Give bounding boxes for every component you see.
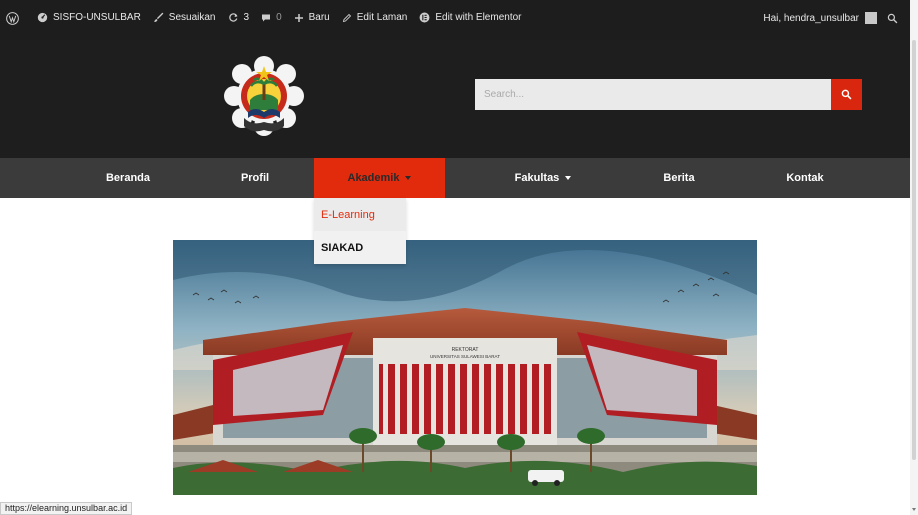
updates-count: 3 (243, 12, 250, 23)
new-content-link[interactable]: Baru (294, 12, 330, 23)
search-icon (841, 89, 852, 100)
avatar[interactable] (865, 12, 877, 24)
browser-status-bar: https://elearning.unsulbar.ac.id (0, 502, 133, 515)
user-greeting[interactable]: Hai, hendra_unsulbar (763, 13, 859, 24)
wordpress-logo-icon[interactable] (6, 12, 24, 25)
nav-item-kontak[interactable]: Kontak (732, 158, 878, 198)
nav-item-fakultas[interactable]: Fakultas (470, 158, 616, 198)
nav-item-berita[interactable]: Berita (606, 158, 752, 198)
search-form (475, 79, 862, 110)
akademik-dropdown-menu: E-Learning SIAKAD (314, 198, 406, 264)
comments-count: 0 (276, 12, 282, 23)
admin-bar-secondary: Hai, hendra_unsulbar (763, 12, 898, 24)
dropdown-item-e-learning[interactable]: E-Learning (314, 198, 406, 231)
main-navigation: Beranda Profil Akademik Fakultas Berita … (0, 158, 910, 198)
site-name-label: SISFO-UNSULBAR (53, 12, 141, 23)
nav-item-label: Berita (663, 172, 695, 184)
updates-icon (228, 13, 237, 22)
brush-icon (153, 12, 164, 22)
edit-page-label: Edit Laman (356, 12, 408, 23)
new-label: Baru (308, 12, 330, 23)
dashboard-icon (37, 12, 48, 23)
page-scrollbar[interactable] (910, 0, 918, 515)
edit-with-elementor-link[interactable]: Edit with Elementor (419, 12, 522, 23)
search-button[interactable] (831, 79, 862, 110)
customize-label: Sesuaikan (168, 12, 216, 23)
elementor-icon (419, 12, 430, 23)
nav-item-label: Beranda (105, 172, 151, 184)
dropdown-item-siakad[interactable]: SIAKAD (314, 231, 406, 264)
search-icon[interactable] (887, 13, 898, 24)
comments-link[interactable]: 0 (261, 12, 282, 23)
nav-item-label: Fakultas (514, 172, 560, 184)
nav-item-akademik[interactable]: Akademik (314, 158, 445, 198)
comment-icon (262, 14, 271, 21)
nav-item-label: Profil (240, 172, 270, 184)
nav-item-label: Kontak (786, 172, 824, 184)
customize-link[interactable]: Sesuaikan (153, 12, 216, 23)
site-header (0, 40, 910, 158)
nav-item-profil[interactable]: Profil (182, 158, 328, 198)
site-name-menu[interactable]: SISFO-UNSULBAR (37, 12, 141, 23)
search-input[interactable] (475, 79, 831, 110)
pencil-icon (342, 13, 351, 22)
nav-item-label: Akademik (347, 172, 400, 184)
edit-page-link[interactable]: Edit Laman (342, 12, 408, 23)
scrollbar-thumb[interactable] (912, 40, 916, 460)
scroll-down-arrow-icon[interactable] (912, 508, 916, 511)
university-logo[interactable] (222, 56, 306, 138)
page: { "adminbar": { "site": "SISFO-UNSULBAR"… (0, 0, 918, 515)
elementor-label: Edit with Elementor (435, 12, 522, 23)
updates-link[interactable]: 3 (228, 12, 250, 23)
wp-admin-bar: SISFO-UNSULBAR Sesuaikan 3 0 Baru Edit L… (0, 0, 910, 40)
chevron-down-icon (565, 176, 572, 180)
nav-item-beranda[interactable]: Beranda (55, 158, 201, 198)
chevron-down-icon (405, 176, 412, 180)
campus-building-banner: REKTORAT UNIVERSITAS SULAWESI BARAT (173, 240, 757, 495)
plus-icon (294, 13, 303, 22)
building-sign-line1: REKTORAT (452, 347, 479, 353)
building-sign-line2: UNIVERSITAS SULAWESI BARAT (430, 354, 500, 359)
